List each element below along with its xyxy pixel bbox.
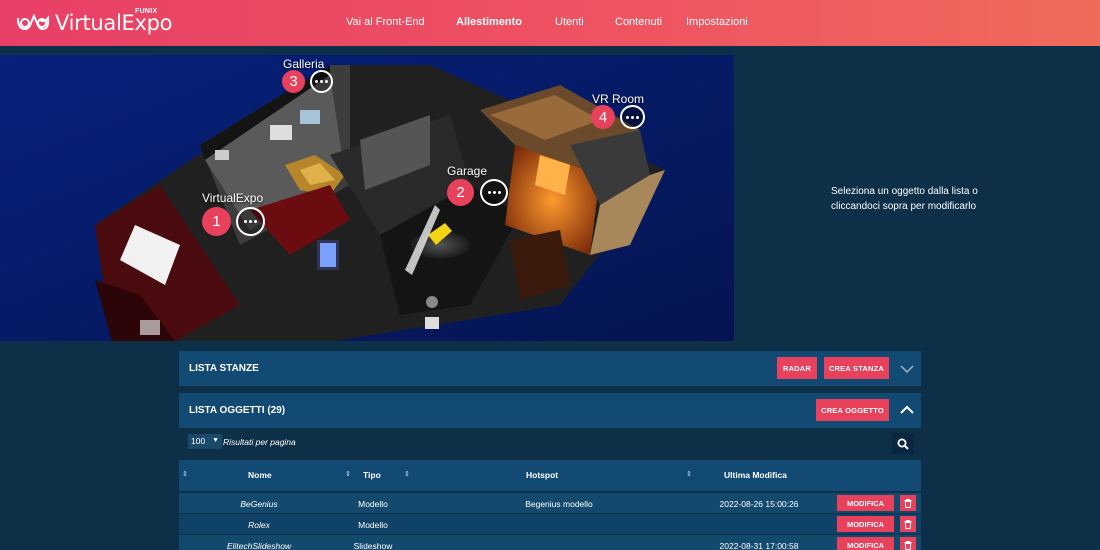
objects-panel-header[interactable]: LISTA OGGETTI (29) CREA OGGETTO (179, 393, 921, 428)
room-number-garage[interactable]: 2 (447, 179, 474, 206)
room-number-galleria[interactable]: 3 (282, 70, 305, 93)
rooms-panel-header[interactable]: LISTA STANZE RADAR CREA STANZA (179, 351, 921, 386)
nav-impostazioni[interactable]: Impostazioni (686, 16, 748, 28)
trash-icon (904, 540, 912, 550)
room-more-virtualexpo[interactable] (236, 207, 265, 236)
cell-type: Modello (358, 499, 388, 509)
room-label-vr: VR Room (592, 92, 645, 106)
create-object-button[interactable]: CREA OGGETTO (816, 399, 889, 421)
edit-button[interactable]: MODIFICA (837, 537, 894, 550)
table-row[interactable]: Rolex Modello MODIFICA (179, 514, 921, 534)
cell-name: ElitechSlideshow (226, 541, 292, 550)
selection-hint: Seleziona un oggetto dalla lista o clicc… (831, 186, 978, 212)
cell-type: Modello (358, 520, 388, 530)
room-more-garage[interactable] (480, 179, 508, 206)
edit-button[interactable]: MODIFICA (837, 495, 894, 511)
cell-type: Slideshow (353, 541, 393, 550)
cell-hotspot: Begenius modello (525, 499, 593, 509)
per-page-select[interactable]: 100 ▼ (188, 434, 222, 449)
search-button[interactable] (892, 433, 914, 454)
col-type[interactable]: Tipo (363, 470, 381, 480)
nav-front-end[interactable]: Vai al Front-End (346, 16, 425, 28)
cell-name: BeGenius (240, 499, 278, 509)
cell-name: Rolex (248, 520, 270, 530)
delete-button[interactable] (900, 516, 916, 532)
sort-icon[interactable]: ⇕ (404, 470, 410, 478)
room-more-vr[interactable] (620, 105, 645, 129)
sort-icon[interactable]: ⇕ (182, 470, 188, 478)
rooms-panel-title: LISTA STANZE (189, 363, 259, 374)
col-modified[interactable]: Ultima Modifica (724, 470, 787, 480)
objects-panel-title: LISTA OGGETTI (29) (189, 405, 286, 416)
logo-sup: FUNIX (135, 8, 158, 15)
delete-button[interactable] (900, 537, 916, 550)
delete-button[interactable] (900, 495, 916, 511)
chevron-up-icon[interactable] (900, 405, 914, 415)
nav-utenti[interactable]: Utenti (555, 16, 584, 28)
nav-allestimento[interactable]: Allestimento (456, 16, 522, 28)
caret-down-icon: ▼ (212, 437, 219, 444)
search-icon (897, 438, 909, 450)
table-header: ⇕ Nome ⇕ Tipo ⇕ Hotspot ⇕ Ultima Modific… (179, 460, 921, 491)
table-row[interactable]: ElitechSlideshow Slideshow 2022-08-31 17… (179, 535, 921, 550)
create-room-button[interactable]: CREA STANZA (824, 357, 889, 379)
room-label-galleria: Galleria (283, 57, 325, 71)
per-page-label: Risultati per pagina (223, 437, 296, 447)
nav-contenuti[interactable]: Contenuti (615, 16, 662, 28)
room-number-vr[interactable]: 4 (591, 105, 615, 129)
cell-modified: 2022-08-31 17:00:58 (719, 541, 799, 550)
col-hotspot[interactable]: Hotspot (526, 470, 558, 480)
col-name[interactable]: Nome (248, 470, 272, 480)
room-label-garage: Garage (447, 164, 488, 178)
room-number-virtualexpo[interactable]: 1 (202, 207, 231, 236)
trash-icon (904, 519, 912, 529)
chevron-down-icon[interactable] (900, 364, 914, 374)
list-controls: 100 ▼ Risultati per pagina (179, 428, 921, 460)
room-label-virtualexpo: VirtualExpo (202, 191, 264, 205)
edit-button[interactable]: MODIFICA (837, 516, 894, 532)
cell-modified: 2022-08-26 15:00:26 (719, 499, 799, 509)
top-header: VirtualExpo FUNIX Vai al Front-End Alles… (0, 0, 1100, 46)
main-nav: Vai al Front-End Allestimento Utenti Con… (0, 16, 1100, 30)
sort-icon[interactable]: ⇕ (345, 470, 351, 478)
room-more-galleria[interactable] (310, 70, 333, 93)
sort-icon[interactable]: ⇕ (686, 470, 692, 478)
trash-icon (904, 498, 912, 508)
expo-3d-view[interactable]: Galleria 3 VR Room 4 Garage 2 VirtualExp… (0, 55, 734, 341)
radar-button[interactable]: RADAR (777, 357, 817, 379)
table-row[interactable]: BeGenius Modello Begenius modello 2022-0… (179, 493, 921, 513)
